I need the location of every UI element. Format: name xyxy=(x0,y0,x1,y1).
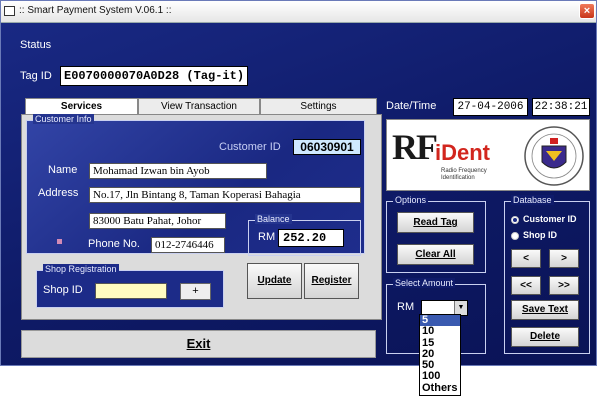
shop-registration-group: Shop Registration Shop ID + xyxy=(36,264,224,308)
logo-rf-text: RF xyxy=(392,127,438,167)
next-record-button[interactable]: > xyxy=(549,249,579,268)
window-title: :: Smart Payment System V.06.1 :: xyxy=(19,5,172,16)
radio-unselected-icon xyxy=(511,231,519,240)
tab-view-transaction[interactable]: View Transaction xyxy=(138,98,260,114)
shop-id-input[interactable] xyxy=(95,283,167,299)
select-amount-label: Select Amount xyxy=(393,278,456,288)
amount-option[interactable]: 10 xyxy=(420,325,460,337)
update-button[interactable]: Update xyxy=(247,263,302,299)
balance-value: 252.20 xyxy=(278,229,344,247)
services-panel: Customer Info Customer ID 06030901 Name … xyxy=(21,114,382,320)
shop-id-label: Shop ID xyxy=(43,284,83,296)
tab-control: Services View Transaction Settings Custo… xyxy=(21,98,382,320)
customer-info-group: Customer Info Customer ID 06030901 Name … xyxy=(26,114,365,256)
shop-id-radio[interactable]: Shop ID xyxy=(511,230,557,240)
address-line1-field[interactable]: No.17, Jln Bintang 8, Taman Koperasi Bah… xyxy=(89,187,361,203)
shop-id-radio-label: Shop ID xyxy=(523,230,557,240)
save-text-button[interactable]: Save Text xyxy=(511,300,579,320)
options-label: Options xyxy=(393,195,429,205)
last-record-button[interactable]: >> xyxy=(549,276,579,295)
delete-button[interactable]: Delete xyxy=(511,327,579,347)
balance-group: Balance RM 252.20 xyxy=(248,214,361,256)
university-seal-icon xyxy=(524,126,584,186)
amount-dropdown-list: 5 10 15 20 50 100 Others xyxy=(419,314,461,396)
read-tag-button[interactable]: Read Tag xyxy=(397,212,474,233)
tab-services[interactable]: Services xyxy=(25,98,138,115)
tag-id-label: Tag ID xyxy=(20,70,52,82)
tab-settings[interactable]: Settings xyxy=(260,98,377,114)
first-record-button[interactable]: << xyxy=(511,276,541,295)
amount-option[interactable]: Others xyxy=(420,382,460,394)
add-shop-button[interactable]: + xyxy=(180,283,211,300)
shop-registration-label: Shop Registration xyxy=(43,264,119,274)
time-value: 22:38:21 xyxy=(532,98,590,116)
name-field[interactable]: Mohamad Izwan bin Ayob xyxy=(89,163,267,179)
name-label: Name xyxy=(48,164,78,176)
date-value: 27-04-2006 xyxy=(453,98,528,116)
tag-id-value: E0070000070A0D28 (Tag-it) xyxy=(60,66,248,86)
database-label: Database xyxy=(511,195,554,205)
phone-label: Phone No. xyxy=(88,238,140,250)
customer-info-label: Customer Info xyxy=(33,114,94,124)
status-label: Status xyxy=(20,39,52,51)
clear-all-button[interactable]: Clear All xyxy=(397,244,474,265)
logo-ident-text: iDent xyxy=(435,140,490,165)
options-group: Options Read Tag Clear All xyxy=(386,195,486,273)
address-label: Address xyxy=(38,187,79,199)
prev-record-button[interactable]: < xyxy=(511,249,541,268)
database-group: Database Customer ID Shop ID < > << >> S… xyxy=(504,195,590,354)
chevron-down-icon[interactable]: ▼ xyxy=(454,301,467,315)
amount-currency: RM xyxy=(397,301,415,313)
customer-id-label: Customer ID xyxy=(219,141,281,153)
customer-id-value: 06030901 xyxy=(293,139,361,155)
title-bar: :: Smart Payment System V.06.1 :: × xyxy=(1,1,596,23)
decoration-dot xyxy=(57,239,62,244)
logo-tagline: Radio Frequency Identification xyxy=(441,168,487,181)
exit-button[interactable]: Exit xyxy=(21,330,376,358)
close-button[interactable]: × xyxy=(579,3,595,19)
balance-currency: RM xyxy=(258,231,276,243)
main-window: :: Smart Payment System V.06.1 :: × Stat… xyxy=(0,0,597,366)
customer-id-radio-label: Customer ID xyxy=(523,214,577,224)
register-button[interactable]: Register xyxy=(304,263,359,299)
window-icon xyxy=(4,6,15,16)
balance-label: Balance xyxy=(255,214,292,224)
address-line2-field[interactable]: 83000 Batu Pahat, Johor xyxy=(89,213,226,229)
rfident-logo: RF iDent Radio Frequency Identification xyxy=(386,119,590,191)
radio-selected-icon xyxy=(511,215,519,224)
customer-id-radio[interactable]: Customer ID xyxy=(511,214,577,224)
phone-field[interactable]: 012-2746446 xyxy=(151,237,225,253)
datetime-label: Date/Time xyxy=(386,100,437,112)
